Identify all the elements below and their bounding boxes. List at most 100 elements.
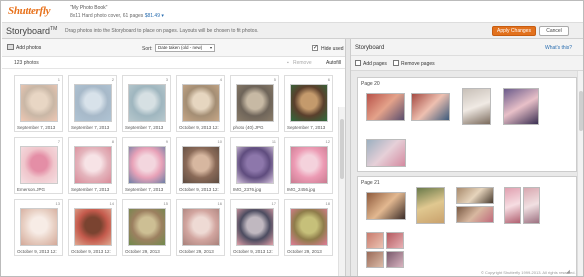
photo-thumbnail[interactable] [236, 84, 274, 122]
autofill-button[interactable]: Autofill [326, 60, 341, 66]
cancel-button[interactable]: Cancel [539, 26, 569, 36]
photo-card[interactable]: 17 October 9, 2013 12: [230, 199, 279, 256]
photo-number: 1 [57, 77, 60, 82]
page-photo[interactable] [416, 187, 445, 224]
whats-this-link[interactable]: What's this? [545, 45, 572, 51]
photo-card[interactable]: 6 September 7, 2013 [284, 75, 333, 132]
photo-caption: September 7, 2013 [125, 187, 164, 192]
photo-card[interactable]: 7 Emerson.JPG [14, 137, 63, 194]
photo-card[interactable]: 12 IMG_2456.jpg [284, 137, 333, 194]
storyboard-page[interactable]: Page 21 [357, 176, 577, 276]
chevron-down-icon: ▾ [209, 45, 212, 50]
remove-button[interactable]: Remove [293, 60, 312, 66]
photo-thumbnail[interactable] [182, 146, 220, 184]
photo-number: 18 [325, 201, 330, 206]
photo-card[interactable]: 8 September 7, 2013 [68, 137, 117, 194]
photo-card[interactable]: 2 September 7, 2013 [68, 75, 117, 132]
add-page-icon[interactable] [355, 60, 361, 66]
photo-card[interactable]: 14 October 9, 2013 12: [68, 199, 117, 256]
photo-card[interactable]: 1 September 7, 2013 [14, 75, 63, 132]
page-photo[interactable] [366, 139, 406, 167]
photo-grid: 1 September 7, 2013 2 September 7, 2013 3 Sep… [14, 75, 336, 275]
photo-thumbnail[interactable] [20, 208, 58, 246]
chevron-down-icon[interactable]: ▾ [161, 13, 164, 19]
page-photo[interactable] [462, 88, 491, 125]
photo-number: 2 [111, 77, 114, 82]
page-photo[interactable] [411, 93, 450, 121]
photo-caption: IMG_2376.jpg [233, 187, 262, 192]
photo-thumbnail[interactable] [128, 146, 166, 184]
book-details: 8x11 Hard photo cover, 61 pages $81.49 ▾ [70, 13, 164, 19]
storyboard-page[interactable]: Page 20 [357, 77, 577, 172]
page-photo[interactable] [456, 206, 494, 223]
add-pages-button[interactable]: Add pages [363, 61, 387, 67]
photo-thumbnail[interactable] [236, 146, 274, 184]
page-photo[interactable] [366, 93, 405, 121]
page-photo[interactable] [456, 187, 494, 204]
photo-card[interactable]: 16 October 29, 2013 [176, 199, 225, 256]
storyboard-header: Storyboard What's this? [351, 39, 583, 56]
photo-thumbnail[interactable] [290, 208, 328, 246]
photo-tray-subbar: 123 photos ▪ Remove Autofill [2, 57, 345, 69]
add-photos-button[interactable]: Add photos [16, 45, 41, 51]
photo-thumbnail[interactable] [74, 208, 112, 246]
photo-thumbnail[interactable] [182, 84, 220, 122]
photo-thumbnail[interactable] [128, 84, 166, 122]
remove-page-icon[interactable] [393, 60, 399, 66]
page-photo[interactable] [523, 187, 540, 224]
photo-card[interactable]: 5 photo (40).JPG [230, 75, 279, 132]
photo-tray: Add photos Sort: Date taken (old - new) ▾… [2, 39, 345, 276]
page-photo[interactable] [386, 251, 404, 268]
page-photo[interactable] [503, 88, 539, 125]
book-price: $81.49 [144, 13, 160, 19]
app-window: Shutterfly "My Photo Book" 8x11 Hard pho… [0, 0, 584, 277]
photo-caption: October 29, 2013 [125, 249, 160, 254]
photo-thumbnail[interactable] [290, 84, 328, 122]
photo-card[interactable]: 11 IMG_2376.jpg [230, 137, 279, 194]
shutterfly-logo[interactable]: Shutterfly [8, 5, 51, 17]
photo-thumbnail[interactable] [20, 146, 58, 184]
photo-thumbnail[interactable] [182, 208, 220, 246]
page-photo[interactable] [366, 251, 384, 268]
photo-card[interactable]: 9 September 7, 2013 [122, 137, 171, 194]
photo-thumbnail[interactable] [128, 208, 166, 246]
page-title-text: Storyboard [6, 26, 51, 36]
photo-thumbnail[interactable] [236, 208, 274, 246]
remove-pages-button[interactable]: Remove pages [401, 61, 435, 67]
photo-number: 8 [111, 139, 114, 144]
photo-tray-scrollbar[interactable] [338, 107, 345, 276]
photo-card[interactable]: 15 October 29, 2013 [122, 199, 171, 256]
storyboard-scrollbar[interactable] [577, 71, 583, 276]
photo-caption: October 29, 2013 [287, 249, 322, 254]
scrollbar-thumb[interactable] [340, 119, 344, 179]
photo-caption: September 7, 2013 [71, 187, 110, 192]
photo-caption: October 9, 2013 12: [179, 125, 219, 130]
photo-caption: IMG_2456.jpg [287, 187, 316, 192]
photo-card[interactable]: 13 October 9, 2013 12: [14, 199, 63, 256]
sort-select-value: Date taken (old - new) [158, 45, 203, 50]
apply-changes-button[interactable]: Apply Changes [492, 26, 536, 36]
photo-card[interactable]: 4 October 9, 2013 12: [176, 75, 225, 132]
photo-thumbnail[interactable] [20, 84, 58, 122]
sort-select[interactable]: Date taken (old - new) ▾ [155, 44, 215, 52]
photo-thumbnail[interactable] [290, 146, 328, 184]
photo-card[interactable]: 10 October 9, 2013 12: [176, 137, 225, 194]
photo-thumbnail[interactable] [74, 146, 112, 184]
hide-used-checkbox[interactable] [312, 44, 318, 51]
storyboard-toolbar: Add pages Remove pages [351, 56, 583, 71]
page-photo[interactable] [504, 187, 521, 224]
photo-thumbnail[interactable] [74, 84, 112, 122]
photo-number: 17 [271, 201, 276, 206]
photo-card[interactable]: 3 September 7, 2013 [122, 75, 171, 132]
storyboard-pane: Storyboard What's this? Add pages Remove… [351, 39, 583, 276]
page-label: Page 20 [361, 81, 380, 87]
add-photos-icon[interactable] [7, 44, 14, 50]
photo-card[interactable]: 18 October 29, 2013 [284, 199, 333, 256]
page-photo[interactable] [366, 192, 406, 220]
sort-label: Sort: [142, 46, 153, 52]
scrollbar-thumb[interactable] [579, 91, 583, 131]
copyright-text: © Copyright Shutterfly 1999-2013. All ri… [481, 270, 576, 275]
page-photo[interactable] [366, 232, 384, 249]
page-photo[interactable] [386, 232, 404, 249]
trash-icon: ▪ [287, 60, 289, 66]
